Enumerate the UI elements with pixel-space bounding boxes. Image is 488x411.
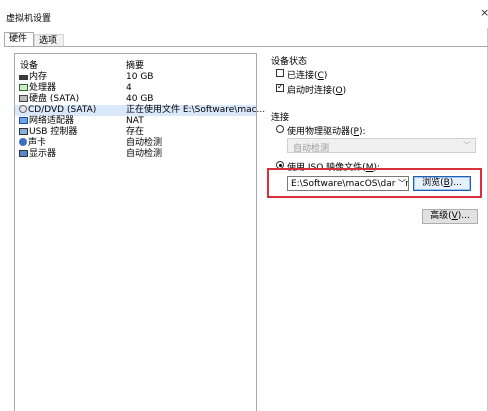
column-header-device[interactable]: 设备 — [20, 58, 38, 71]
connected-label[interactable]: 已连接(C) — [287, 68, 327, 81]
display-icon — [19, 150, 28, 157]
device-list[interactable]: 设备 摘要 内存 10 GB 处理器 4 硬盘 (SATA) 40 GB CD/… — [14, 53, 265, 411]
device-summary: 存在 — [126, 127, 145, 137]
device-row-processor[interactable]: 处理器 4 — [15, 83, 256, 94]
network-adapter-icon — [19, 117, 28, 124]
device-name: CD/DVD (SATA) — [28, 105, 97, 115]
device-row-sound-card[interactable]: 声卡 自动检测 — [15, 138, 256, 149]
connect-on-power-label[interactable]: 启动时连接(O) — [287, 83, 346, 96]
device-row-display[interactable]: 显示器 自动检测 — [15, 149, 256, 160]
connect-on-power-checkbox[interactable] — [276, 82, 284, 92]
device-row-hard-disk[interactable]: 硬盘 (SATA) 40 GB — [15, 94, 256, 105]
processor-icon — [19, 84, 28, 91]
device-summary: 自动检测 — [126, 138, 163, 148]
connected-checkbox[interactable] — [276, 69, 284, 77]
title-bar: 虚拟机设置 × — [0, 0, 488, 28]
physical-drive-radio[interactable] — [276, 125, 284, 133]
device-summary: 自动检测 — [126, 149, 163, 159]
memory-icon — [19, 75, 28, 80]
hard-disk-icon — [19, 95, 28, 102]
advanced-button[interactable]: 高级(V)... — [422, 209, 478, 224]
device-name: 网络适配器 — [29, 116, 75, 126]
physical-drive-value: 自动检测 — [293, 144, 330, 154]
physical-drive-select: 自动检测 ﹀ — [287, 138, 476, 154]
connection-title: 连接 — [271, 113, 290, 123]
device-name: 处理器 — [29, 83, 57, 93]
device-summary: 40 GB — [126, 94, 154, 104]
device-row-memory[interactable]: 内存 10 GB — [15, 72, 256, 83]
device-summary: 正在使用文件 E:\Software\mac... — [126, 105, 266, 115]
tab-divider — [4, 46, 488, 47]
device-row-network-adapter[interactable]: 网络适配器 NAT — [15, 116, 256, 127]
tab-options[interactable]: 选项 — [34, 34, 64, 46]
vm-settings-window: 虚拟机设置 × 硬件 选项 设备 摘要 内存 10 GB 处理器 4 硬盘 (S… — [0, 0, 488, 411]
device-row-usb-controller[interactable]: USB 控制器 存在 — [15, 127, 256, 138]
column-header-summary[interactable]: 摘要 — [126, 58, 144, 71]
cd-dvd-icon — [19, 105, 27, 113]
sound-card-icon — [19, 138, 27, 146]
window-title: 虚拟机设置 — [6, 14, 52, 24]
physical-drive-label[interactable]: 使用物理驱动器(P): — [287, 124, 366, 137]
device-name: 声卡 — [28, 138, 47, 148]
highlight-box — [267, 168, 482, 198]
device-name: 内存 — [29, 72, 48, 82]
device-summary: 4 — [126, 83, 132, 93]
chevron-down-icon: ﹀ — [463, 141, 471, 150]
device-summary: 10 GB — [126, 72, 154, 82]
device-name: 显示器 — [29, 149, 57, 159]
device-summary: NAT — [126, 116, 144, 126]
device-name: USB 控制器 — [29, 127, 78, 137]
device-row-cd-dvd[interactable]: CD/DVD (SATA) 正在使用文件 E:\Software\mac... — [15, 105, 265, 116]
close-icon[interactable]: × — [480, 6, 488, 19]
device-status-title: 设备状态 — [271, 57, 308, 67]
usb-controller-icon — [19, 128, 28, 135]
device-name: 硬盘 (SATA) — [29, 94, 80, 104]
tab-hardware[interactable]: 硬件 — [4, 32, 34, 46]
